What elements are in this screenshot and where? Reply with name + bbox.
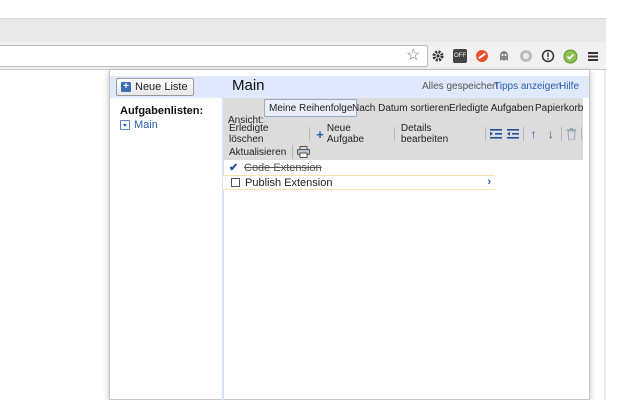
browser-tab-strip [0, 18, 606, 42]
checkmark-icon[interactable]: ✔ [229, 161, 239, 174]
task-checkbox[interactable] [231, 178, 240, 187]
page-scroll-edge [604, 70, 606, 400]
off-badge-icon[interactable]: OFF [452, 48, 468, 64]
menu-icon[interactable] [585, 48, 601, 64]
blocked-icon[interactable] [474, 48, 490, 64]
address-bar[interactable]: ☆ [0, 45, 428, 67]
ghost-icon[interactable] [496, 48, 512, 64]
chevron-right-icon[interactable]: › [487, 176, 491, 188]
task-title[interactable]: Publish Extension [245, 177, 332, 189]
shield-icon[interactable] [518, 48, 534, 64]
info-icon[interactable] [540, 48, 556, 64]
task-list: ✔ Code Extension Publish Extension › [223, 160, 582, 190]
task-item[interactable]: ✔ Code Extension [223, 160, 582, 175]
browser-toolbar: ☆ OFF [0, 42, 606, 70]
task-item[interactable]: Publish Extension › [223, 175, 495, 190]
tasks-check-icon[interactable] [562, 48, 578, 64]
tasks-area: ✔ Code Extension Publish Extension › [109, 70, 590, 400]
gear-icon[interactable] [430, 48, 446, 64]
task-title[interactable]: Code Extension [244, 162, 322, 174]
star-icon[interactable]: ☆ [406, 47, 420, 65]
window-margin [606, 18, 640, 400]
